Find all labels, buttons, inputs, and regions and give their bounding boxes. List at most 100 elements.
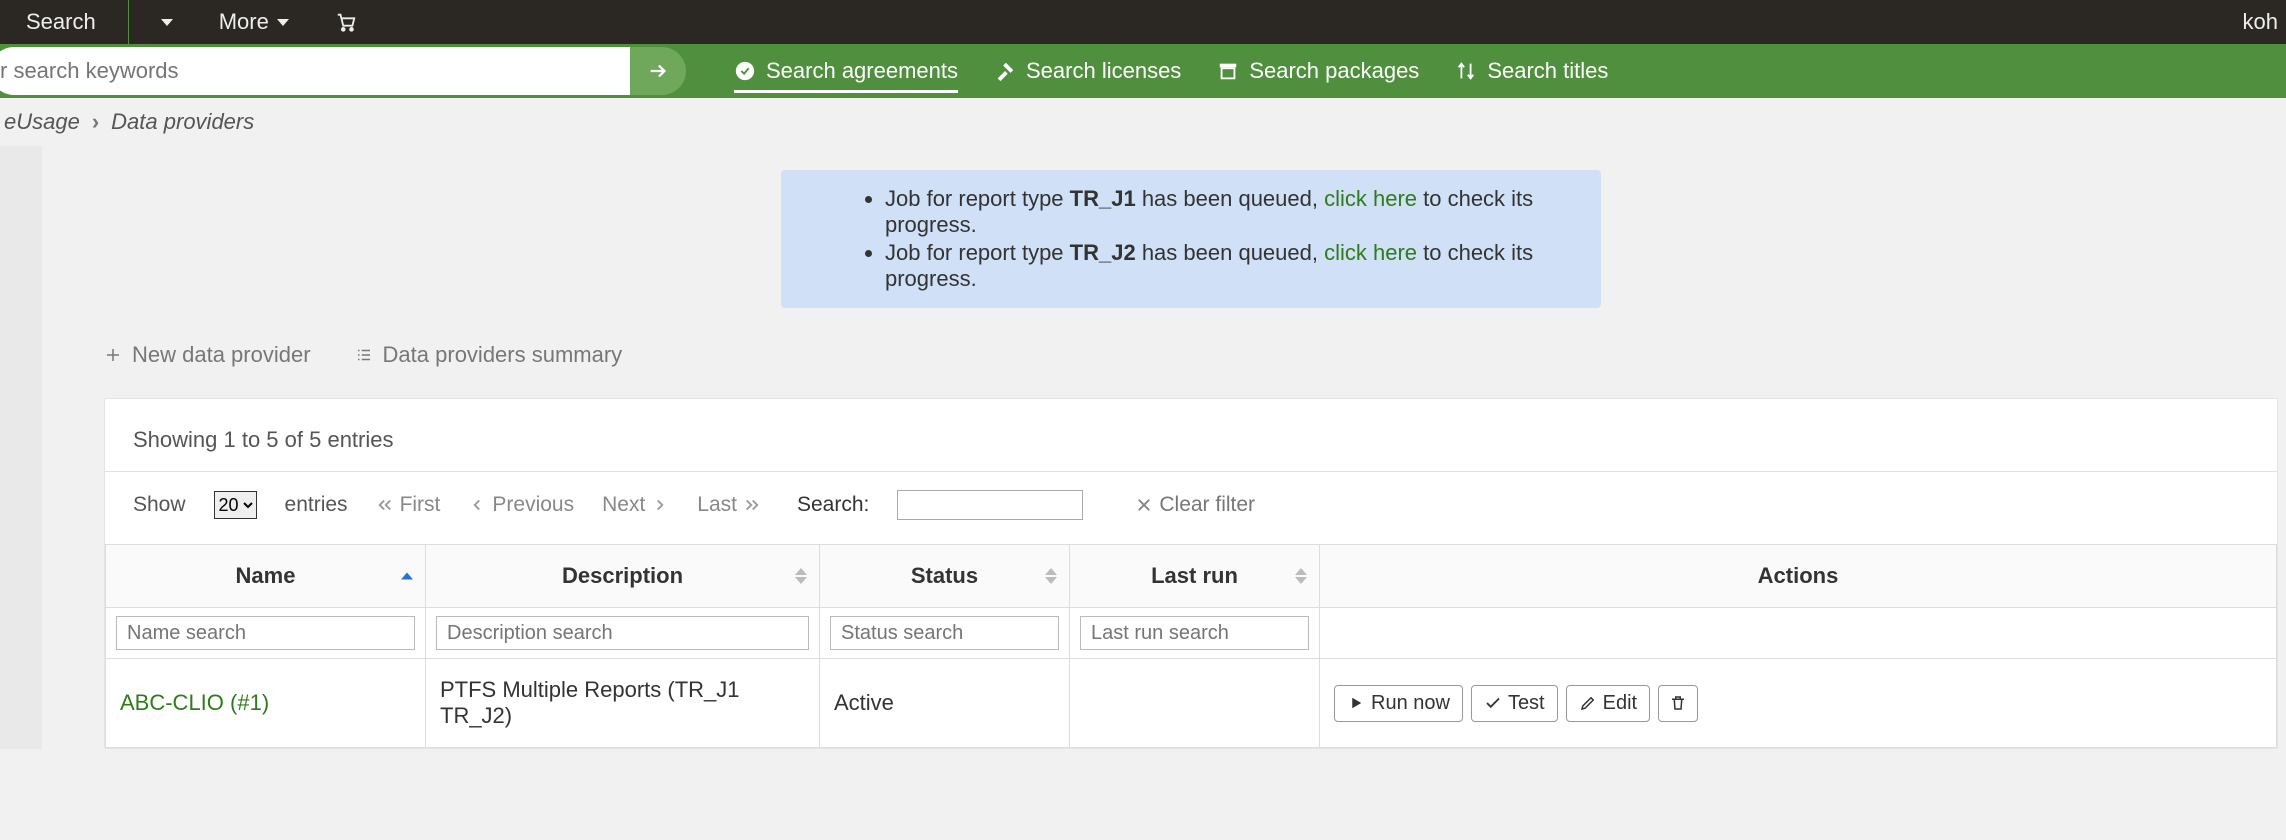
col-header-actions: Actions bbox=[1320, 545, 2277, 608]
first-page-button[interactable]: First bbox=[376, 493, 441, 517]
crumb-eusage[interactable]: eUsage bbox=[4, 109, 80, 135]
search-caret[interactable] bbox=[147, 0, 187, 44]
chevrons-right-icon bbox=[743, 496, 761, 514]
table-controls: Show 20 entries First Previous Next Last bbox=[105, 472, 2277, 544]
col-label: Actions bbox=[1758, 563, 1839, 588]
col-label: Name bbox=[236, 563, 296, 588]
toolbar-label: New data provider bbox=[132, 342, 311, 368]
next-page-button[interactable]: Next bbox=[602, 493, 669, 517]
page-length-select[interactable]: 20 bbox=[214, 491, 257, 519]
cart-button[interactable] bbox=[321, 0, 371, 44]
clear-filter-label: Clear filter bbox=[1159, 493, 1255, 517]
col-header-description[interactable]: Description bbox=[426, 545, 820, 608]
crumb-data-providers: Data providers bbox=[111, 109, 254, 135]
pg-label: Previous bbox=[492, 493, 574, 517]
new-data-provider-button[interactable]: New data provider bbox=[104, 342, 311, 368]
data-providers-table: Name Description Status Last run bbox=[105, 544, 2277, 748]
pg-label: First bbox=[400, 493, 441, 517]
sort-asc-icon bbox=[401, 573, 413, 580]
trash-icon bbox=[1669, 694, 1687, 712]
notice-item: Job for report type TR_J2 has been queue… bbox=[885, 240, 1571, 292]
top-navbar: Search More koh bbox=[0, 0, 2286, 44]
sort-asc-icon bbox=[795, 568, 807, 575]
chevron-down-icon bbox=[277, 19, 289, 26]
previous-page-button[interactable]: Previous bbox=[468, 493, 574, 517]
pg-label: Next bbox=[602, 493, 645, 517]
tab-search-licenses[interactable]: Search licenses bbox=[994, 44, 1181, 98]
chevron-right-icon: › bbox=[92, 109, 99, 135]
col-label: Last run bbox=[1151, 563, 1238, 588]
chevron-left-icon bbox=[468, 496, 486, 514]
tab-search-titles[interactable]: Search titles bbox=[1455, 44, 1608, 98]
clear-filter-button[interactable]: Clear filter bbox=[1135, 493, 1255, 517]
col-header-status[interactable]: Status bbox=[820, 545, 1070, 608]
search-menu-label: Search bbox=[26, 9, 96, 35]
tab-search-agreements[interactable]: Search agreements bbox=[734, 44, 958, 98]
table-search-input[interactable] bbox=[897, 490, 1083, 520]
sort-desc-icon bbox=[1295, 577, 1307, 584]
topbar-divider bbox=[128, 0, 129, 44]
btn-label: Test bbox=[1508, 692, 1545, 715]
chevrons-left-icon bbox=[376, 496, 394, 514]
main-content: Job for report type TR_J1 has been queue… bbox=[42, 146, 2286, 749]
plus-icon bbox=[104, 346, 122, 364]
tab-label: Search agreements bbox=[766, 58, 958, 84]
show-label: Show bbox=[133, 493, 186, 517]
lastrun-filter-input[interactable] bbox=[1080, 616, 1309, 650]
pg-label: Last bbox=[697, 493, 737, 517]
col-header-lastrun[interactable]: Last run bbox=[1070, 545, 1320, 608]
entries-info: Showing 1 to 5 of 5 entries bbox=[105, 427, 2277, 453]
tab-label: Search titles bbox=[1487, 58, 1608, 84]
queued-jobs-notice: Job for report type TR_J1 has been queue… bbox=[781, 170, 1601, 308]
sidebar-gutter bbox=[0, 146, 42, 749]
description-filter-input[interactable] bbox=[436, 616, 809, 650]
btn-label: Run now bbox=[1371, 692, 1450, 715]
notice-progress-link[interactable]: click here bbox=[1324, 186, 1417, 211]
cart-icon bbox=[335, 11, 357, 33]
notice-report-type: TR_J1 bbox=[1070, 186, 1136, 211]
entries-label: entries bbox=[285, 493, 348, 517]
tab-label: Search licenses bbox=[1026, 58, 1181, 84]
test-button[interactable]: Test bbox=[1471, 685, 1558, 722]
name-filter-input[interactable] bbox=[116, 616, 415, 650]
check-circle-icon bbox=[734, 60, 756, 82]
last-page-button[interactable]: Last bbox=[697, 493, 761, 517]
col-header-name[interactable]: Name bbox=[106, 545, 426, 608]
data-providers-panel: Showing 1 to 5 of 5 entries Show 20 entr… bbox=[104, 398, 2278, 749]
btn-label: Edit bbox=[1603, 692, 1637, 715]
status-filter-input[interactable] bbox=[830, 616, 1059, 650]
more-menu-label: More bbox=[219, 9, 269, 35]
breadcrumb: eUsage › Data providers bbox=[0, 98, 2286, 146]
run-now-button[interactable]: Run now bbox=[1334, 685, 1463, 722]
data-providers-summary-button[interactable]: Data providers summary bbox=[355, 342, 623, 368]
chevron-down-icon bbox=[161, 19, 173, 26]
user-label[interactable]: koh bbox=[2243, 9, 2278, 35]
notice-progress-link[interactable]: click here bbox=[1324, 240, 1417, 265]
table-row: ABC-CLIO (#1) PTFS Multiple Reports (TR_… bbox=[106, 659, 2277, 748]
keyword-search-input[interactable] bbox=[0, 47, 660, 95]
search-pill-wrap bbox=[0, 44, 686, 98]
x-icon bbox=[1135, 496, 1153, 514]
sort-icon bbox=[1455, 60, 1477, 82]
search-submit-button[interactable] bbox=[630, 47, 686, 95]
col-label: Status bbox=[911, 563, 978, 588]
gavel-icon bbox=[994, 60, 1016, 82]
more-menu[interactable]: More bbox=[205, 0, 303, 44]
chevron-right-icon bbox=[651, 496, 669, 514]
search-menu[interactable]: Search bbox=[12, 0, 110, 44]
sort-asc-icon bbox=[1295, 568, 1307, 575]
col-label: Description bbox=[562, 563, 683, 588]
search-tabs: Search agreements Search licenses Search… bbox=[734, 44, 1608, 98]
provider-description: PTFS Multiple Reports (TR_J1 TR_J2) bbox=[426, 659, 820, 748]
provider-status: Active bbox=[820, 659, 1070, 748]
page-toolbar: New data provider Data providers summary bbox=[104, 342, 2278, 368]
play-icon bbox=[1347, 694, 1365, 712]
delete-button[interactable] bbox=[1658, 685, 1698, 722]
notice-text: Job for report type bbox=[885, 186, 1070, 211]
notice-text: has been queued, bbox=[1136, 186, 1324, 211]
sort-asc-icon bbox=[1045, 568, 1057, 575]
provider-name-link[interactable]: ABC-CLIO (#1) bbox=[120, 690, 269, 715]
tab-search-packages[interactable]: Search packages bbox=[1217, 44, 1419, 98]
edit-button[interactable]: Edit bbox=[1566, 685, 1650, 722]
list-icon bbox=[355, 346, 373, 364]
